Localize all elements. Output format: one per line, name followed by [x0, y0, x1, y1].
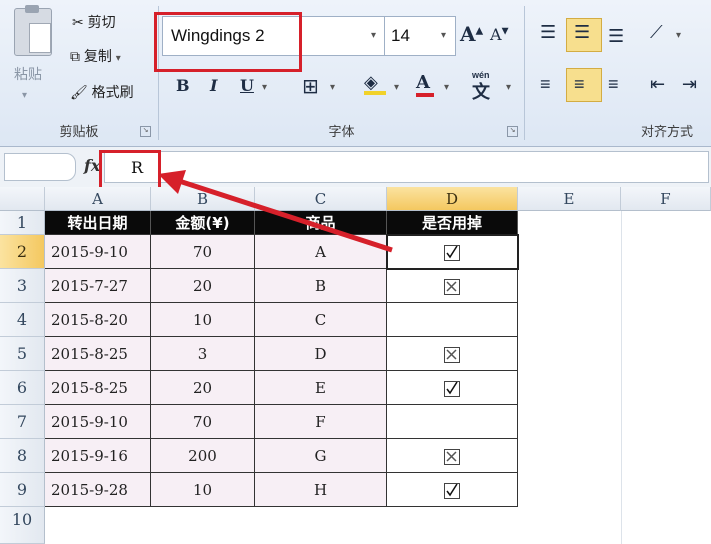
- annotation-arrow-icon: [158, 170, 393, 253]
